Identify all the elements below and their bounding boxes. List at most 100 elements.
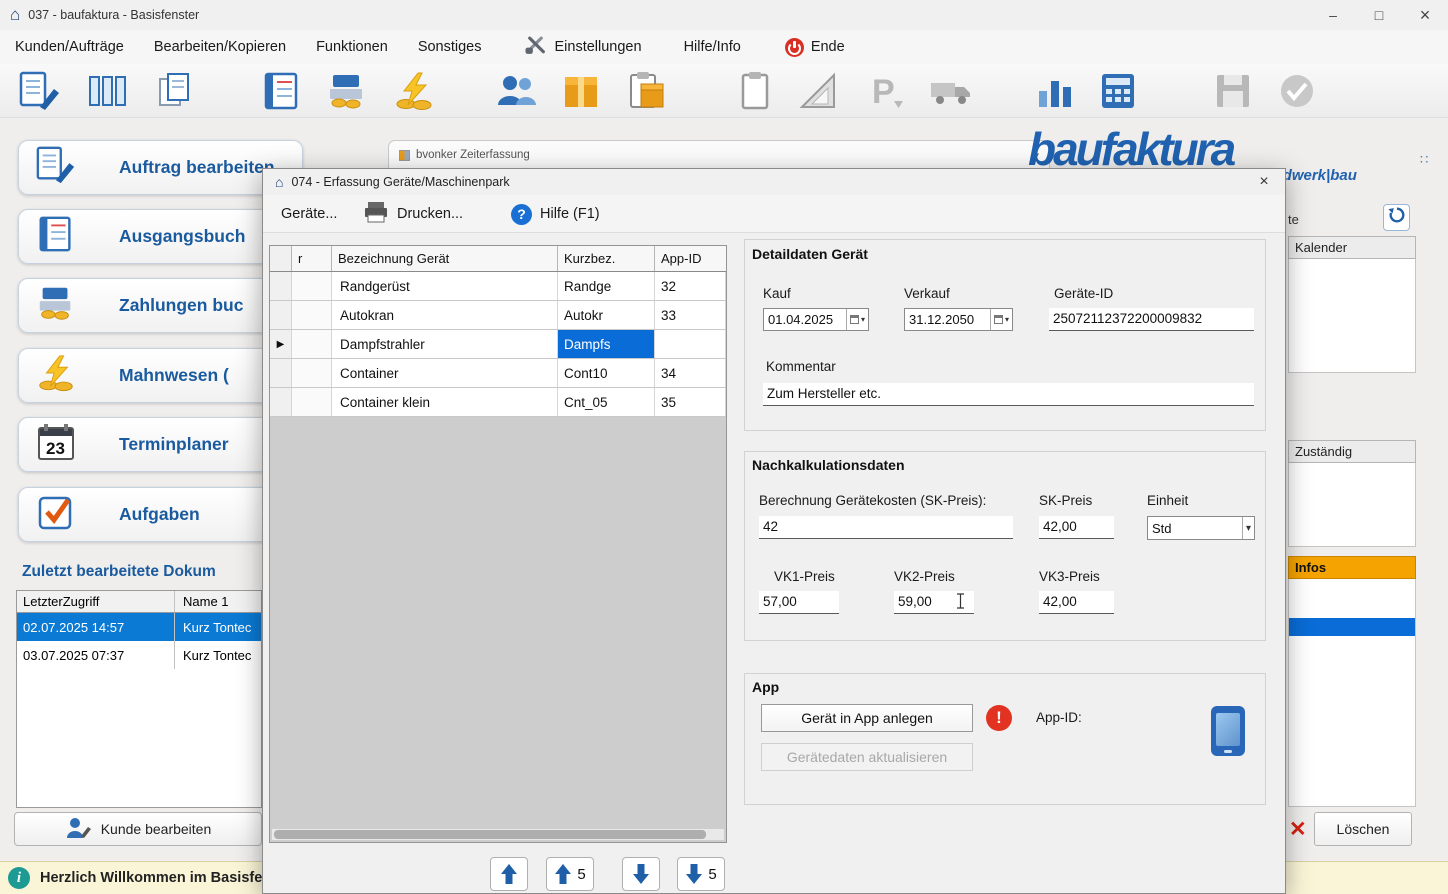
svg-text:23: 23 xyxy=(46,439,65,458)
drucken-menu[interactable]: Drucken... xyxy=(363,195,463,233)
sidebar-button-aufgaben[interactable]: Aufgaben xyxy=(18,487,303,542)
menu-hilfe-info[interactable]: Hilfe/Info xyxy=(669,30,756,64)
save-disk-icon[interactable] xyxy=(1211,71,1255,111)
chevron-down-icon[interactable]: ▾ xyxy=(1242,517,1254,539)
customers-people-icon[interactable] xyxy=(494,71,538,111)
kommentar-label: Kommentar xyxy=(766,359,836,374)
recent-row[interactable]: 03.07.2025 07:37 Kurz Tontec xyxy=(17,641,261,669)
column-kurzbez[interactable]: Kurzbez. xyxy=(558,246,655,271)
kunde-bearbeiten-button[interactable]: Kunde bearbeiten xyxy=(14,812,262,846)
package-icon[interactable] xyxy=(559,71,603,111)
berechnung-label: Berechnung Gerätekosten (SK-Preis): xyxy=(759,493,986,508)
zustaendig-header[interactable]: Zuständig xyxy=(1288,440,1416,463)
column-nr[interactable]: r xyxy=(292,246,332,271)
refresh-button[interactable] xyxy=(1383,204,1410,231)
geraete-id-label: Geräte-ID xyxy=(1054,286,1113,301)
verkauf-label: Verkauf xyxy=(904,286,950,301)
menu-bearbeiten-kopieren[interactable]: Bearbeiten/Kopieren xyxy=(139,30,301,64)
table-columns-icon[interactable] xyxy=(86,71,130,111)
geraete-id-field[interactable]: 25072112372200009832 xyxy=(1049,308,1254,331)
ledger-book-icon[interactable] xyxy=(260,71,304,111)
row-down-5-button[interactable]: 5 xyxy=(677,857,725,891)
row-up-5-button[interactable]: 5 xyxy=(546,857,594,891)
scrollbar-thumb[interactable] xyxy=(274,830,706,839)
hilfe-menu[interactable]: ? Hilfe (F1) xyxy=(511,195,600,233)
app-heading: App xyxy=(752,679,779,695)
kauf-date-input[interactable]: 01.04.2025 ▾ xyxy=(763,308,869,331)
grid-row[interactable]: Container Cont10 34 xyxy=(270,359,726,388)
berechnung-field[interactable]: 42 xyxy=(759,516,1013,539)
geraetedaten-aktualisieren-button[interactable]: Gerätedaten aktualisieren xyxy=(761,743,973,771)
toolbar-overflow-dots[interactable]: ∷ xyxy=(1420,152,1430,168)
menu-funktionen[interactable]: Funktionen xyxy=(301,30,403,64)
maximize-button[interactable]: □ xyxy=(1356,0,1402,30)
menu-kunden-auftraege[interactable]: Kunden/Aufträge xyxy=(0,30,139,64)
clipboard-icon[interactable] xyxy=(733,71,777,111)
vk2-label: VK2-Preis xyxy=(894,569,955,584)
truck-icon[interactable] xyxy=(929,71,973,111)
grid-row[interactable]: Container klein Cnt_05 35 xyxy=(270,388,726,417)
status-message: Herzlich Willkommen im Basisfen xyxy=(40,870,271,886)
kalender-header[interactable]: Kalender xyxy=(1288,236,1416,259)
power-icon xyxy=(785,38,804,57)
dunning-flash-icon[interactable] xyxy=(392,71,436,111)
menu-sonstiges[interactable]: Sonstiges xyxy=(403,30,497,64)
column-name1[interactable]: Name 1 xyxy=(175,591,261,612)
column-appid[interactable]: App-ID xyxy=(655,246,726,271)
ruler-icon[interactable] xyxy=(798,71,842,111)
infos-bar[interactable]: Infos xyxy=(1288,556,1416,579)
loeschen-button[interactable]: Löschen xyxy=(1314,812,1412,846)
kommentar-field[interactable]: Zum Hersteller etc. xyxy=(763,383,1254,406)
grid-row[interactable]: Randgerüst Randge 32 xyxy=(270,272,726,301)
grid-row[interactable]: Autokran Autokr 33 xyxy=(270,301,726,330)
grid-row-current[interactable]: ▶ Dampfstrahler Dampfs xyxy=(270,330,726,359)
bar-chart-icon[interactable] xyxy=(1033,71,1077,111)
horizontal-scrollbar[interactable] xyxy=(272,829,724,840)
copy-documents-icon[interactable] xyxy=(154,71,198,111)
home-icon: ⌂ xyxy=(10,5,20,25)
sidebar-button-terminplaner[interactable]: 23 Terminplaner xyxy=(18,417,303,472)
vk3-label: VK3-Preis xyxy=(1039,569,1100,584)
detaildaten-heading: Detaildaten Gerät xyxy=(752,246,868,262)
cash-register-icon[interactable] xyxy=(325,71,369,111)
ledger-book-icon xyxy=(35,214,77,259)
geraete-menu[interactable]: Geräte... xyxy=(281,195,337,233)
sidebar-button-zahlungen[interactable]: Zahlungen buc xyxy=(18,278,303,333)
vk1-preis-field[interactable]: 57,00 xyxy=(759,591,839,614)
zeiterfassung-icon xyxy=(399,150,410,161)
main-toolbar: P ∷ xyxy=(0,64,1448,118)
geraet-in-app-anlegen-button[interactable]: Gerät in App anlegen xyxy=(761,704,973,732)
menu-einstellungen[interactable]: Einstellungen xyxy=(509,30,657,64)
sidebar-button-ausgangsbuch[interactable]: Ausgangsbuch xyxy=(18,209,303,264)
close-button[interactable]: × xyxy=(1402,0,1448,30)
dialog-close-button[interactable]: × xyxy=(1251,171,1277,193)
row-up-button[interactable] xyxy=(490,857,528,891)
clipboard-package-icon[interactable] xyxy=(623,71,667,111)
date-picker-icon[interactable]: ▾ xyxy=(846,309,868,330)
date-picker-icon[interactable]: ▾ xyxy=(990,309,1012,330)
home-icon: ⌂ xyxy=(275,174,283,190)
verkauf-date-input[interactable]: 31.12.2050 ▾ xyxy=(904,308,1013,331)
vk1-label: VK1-Preis xyxy=(774,569,835,584)
calculator-icon[interactable] xyxy=(1096,71,1140,111)
row-down-button[interactable] xyxy=(622,857,660,891)
dialog-title: 074 - Erfassung Geräte/Maschinenpark xyxy=(291,175,509,189)
letter-p-icon[interactable]: P xyxy=(864,71,908,111)
minimize-button[interactable]: – xyxy=(1310,0,1356,30)
column-letzter-zugriff[interactable]: LetzterZugriff xyxy=(17,591,175,612)
vk3-preis-field[interactable]: 42,00 xyxy=(1039,591,1114,614)
smartphone-icon xyxy=(1211,706,1245,756)
column-bezeichnung[interactable]: Bezeichnung Gerät xyxy=(332,246,558,271)
einheit-select[interactable]: Std ▾ xyxy=(1147,516,1255,540)
sidebar-button-auftrag-bearbeiten[interactable]: Auftrag bearbeiten xyxy=(18,140,303,195)
selected-info-row[interactable] xyxy=(1289,618,1415,636)
sidebar-button-mahnwesen[interactable]: Mahnwesen ( xyxy=(18,348,303,403)
menu-ende[interactable]: Ende xyxy=(770,30,860,64)
background-tab-zeiterfassung[interactable]: bvonker Zeiterfassung ▾ xyxy=(388,140,1050,170)
sk-preis-field[interactable]: 42,00 xyxy=(1039,516,1114,539)
titlebar: ⌂ 037 - baufaktura - Basisfenster – □ × xyxy=(0,0,1448,30)
recent-row[interactable]: 02.07.2025 14:57 Kurz Tontec xyxy=(17,613,261,641)
checkmark-icon[interactable] xyxy=(1275,71,1319,111)
dunning-flash-icon xyxy=(35,353,77,398)
edit-document-icon[interactable] xyxy=(18,71,62,111)
